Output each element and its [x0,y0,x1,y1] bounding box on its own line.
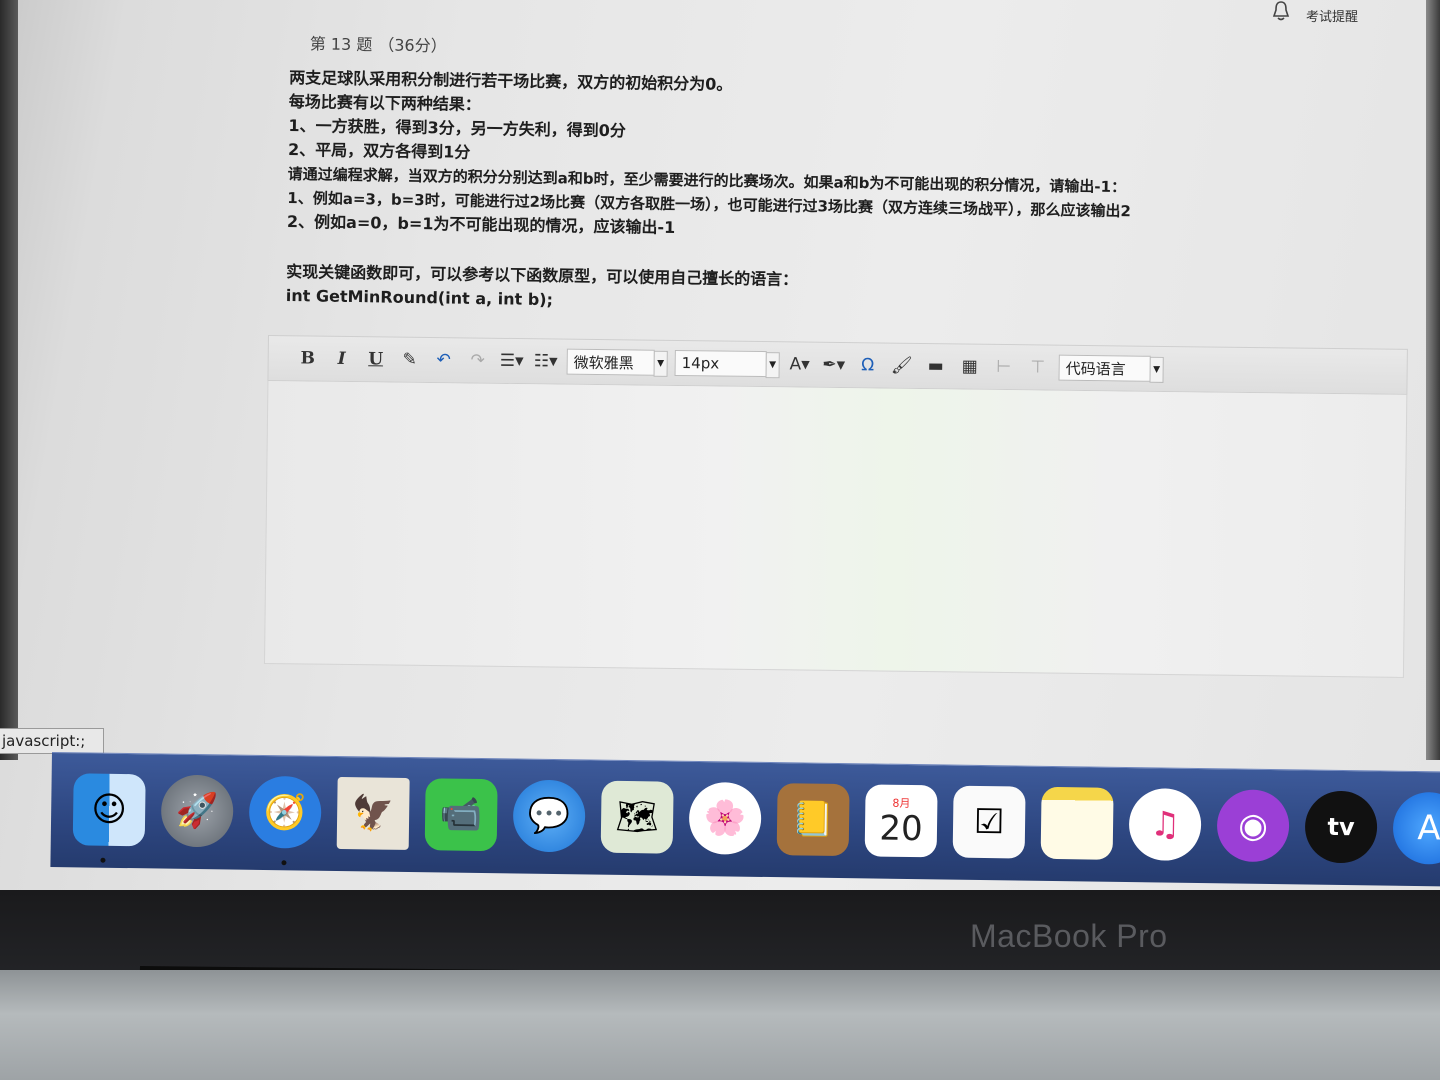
laptop-chin [0,890,1440,970]
special-char-icon[interactable]: Ω [855,353,881,377]
italic-button[interactable]: I [329,347,355,371]
calendar-day: 20 [879,808,923,850]
redo-icon[interactable]: ↷ [465,348,491,372]
maps-icon[interactable]: 🗺 [600,780,674,854]
podcasts-icon[interactable]: ◉ [1216,789,1290,863]
code-language-value: 代码语言 [1065,359,1126,378]
split-icon[interactable]: ⊢ [991,355,1017,379]
apple-tv-label: tv [1327,812,1355,842]
dock: ☺ 🚀 🧭 🦅 📹 💬 🗺 🌸 📒 8月 20 ☑ ♫ ◉ tv A 1 [50,752,1440,887]
bell-icon[interactable] [1270,0,1292,22]
chevron-down-icon[interactable]: ▼ [765,352,780,379]
answer-editor-area[interactable] [263,380,1408,678]
running-indicator [281,860,287,866]
table-icon[interactable]: ▦ [957,354,983,378]
bold-button[interactable]: B [295,346,321,370]
font-size-value: 14px [681,354,720,373]
font-size-select[interactable]: 14px ▼ [674,349,780,379]
eraser-icon[interactable]: ✎ [397,348,423,372]
chevron-down-icon[interactable]: ▼ [653,350,668,377]
question-content: 第 13 题（36分） 两支足球队采用积分制进行若干场比赛，双方的初始积分为0。… [286,30,1350,327]
question-score: （36分） [378,35,447,56]
reminders-icon[interactable]: ☑ [952,785,1026,859]
brush-icon[interactable]: 🖌 [889,354,915,378]
ordered-list-icon[interactable]: ☰▾ [499,349,525,373]
contacts-icon[interactable]: 📒 [776,783,850,857]
messages-icon[interactable]: 💬 [512,779,586,853]
question-title: 第 13 题（36分） [304,30,1350,70]
font-color-icon[interactable]: A▾ [787,352,813,376]
device-brand: MacBook Pro [970,918,1168,954]
notes-icon[interactable] [1040,786,1114,860]
bezel-right [1426,0,1440,760]
laptop-base [0,970,1440,1080]
safari-icon[interactable]: 🧭 [248,775,322,849]
calendar-icon[interactable]: 8月 20 [864,784,938,858]
facetime-icon[interactable]: 📹 [424,778,498,852]
music-icon[interactable]: ♫ [1128,788,1202,862]
launchpad-icon[interactable]: 🚀 [160,774,234,848]
undo-icon[interactable]: ↶ [431,348,457,372]
mail-icon[interactable]: 🦅 [336,776,410,850]
code-language-select[interactable]: 代码语言 ▼ [1058,354,1164,383]
font-family-select[interactable]: 微软雅黑 ▼ [566,348,668,377]
finder-icon[interactable]: ☺ [72,773,146,847]
bezel-left [0,0,18,760]
font-family-value: 微软雅黑 [573,353,634,372]
merge-icon[interactable]: ⊤ [1025,355,1051,379]
app-store-icon[interactable]: A 1 [1392,791,1440,865]
rich-text-editor: B I U ✎ ↶ ↷ ☰▾ ☷▾ 微软雅黑 ▼ 14px ▼ A▾ ✒▾ Ω … [263,335,1408,679]
status-bar-url: javascript:; [0,728,104,754]
exam-reminder-label[interactable]: 考试提醒 [1306,6,1358,25]
question-number: 第 13 题 [309,34,373,55]
unordered-list-icon[interactable]: ☷▾ [533,349,559,373]
highlight-icon[interactable]: ✒▾ [821,353,847,377]
image-icon[interactable]: ▬ [923,354,949,378]
chevron-down-icon[interactable]: ▼ [1149,356,1164,383]
photos-icon[interactable]: 🌸 [688,781,762,855]
question-statement: 两支足球队采用积分制进行若干场比赛，双方的初始积分为0。 每场比赛有以下两种结果… [286,68,1350,323]
apple-tv-icon[interactable]: tv [1304,790,1378,864]
underline-button[interactable]: U [363,347,389,371]
running-indicator [100,857,106,863]
